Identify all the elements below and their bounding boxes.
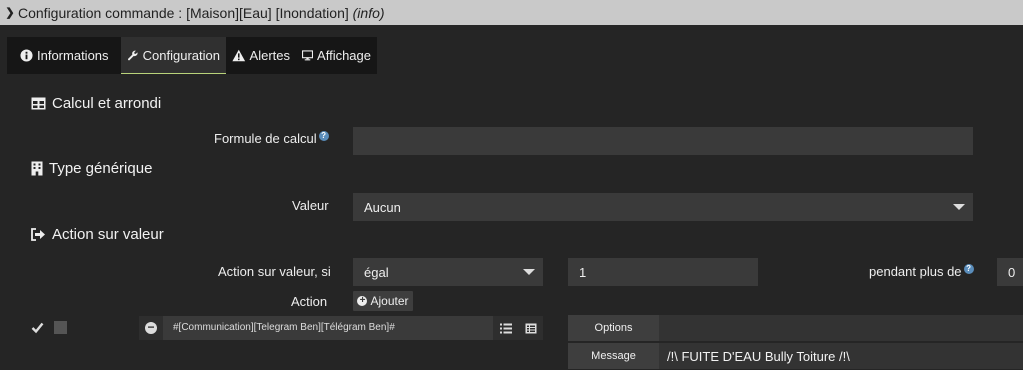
window-title: Configuration commande : [Maison][Eau] [… [18,5,385,21]
title-type: (info) [352,4,385,21]
section-heading: Type générique [49,160,153,177]
operator-select[interactable]: égal [353,258,543,286]
select-value: égal [364,264,389,280]
tab-informations[interactable]: Informations [7,37,121,74]
option-checkbox[interactable] [54,321,67,334]
tab-configuration[interactable]: Configuration [121,37,226,74]
section-action: Action sur valeur [31,226,164,243]
minus-circle-icon: − [145,321,157,334]
building-icon [31,161,43,176]
info-circle-icon [20,49,33,62]
generic-type-select[interactable]: Aucun [353,193,973,221]
add-button-label: Ajouter [370,294,409,308]
list-icon[interactable] [499,323,512,334]
formula-label-text: Formule de calcul [214,131,317,146]
action-label: Action [291,294,328,309]
section-heading: Action sur valeur [52,226,164,243]
tab-label: Affichage [317,48,371,63]
list-alt-icon[interactable] [525,323,537,334]
tab-affichage[interactable]: Affichage [296,37,377,74]
sign-out-icon [31,228,45,241]
title-text: Configuration commande : [Maison][Eau] [… [18,4,353,21]
monitor-icon [302,50,314,61]
tab-label: Configuration [142,47,220,63]
message-label: Message [568,343,659,369]
plus-circle-icon: + [357,296,368,306]
help-icon[interactable]: ? [318,131,329,141]
tab-label: Alertes [249,48,290,63]
tab-bar: Informations Configuration Alertes Affic… [7,37,377,74]
select-value: Aucun [364,199,401,215]
duration-label-text: pendant plus de [869,264,962,279]
enabled-checkbox[interactable] [31,321,44,334]
window-titlebar: ❯ Configuration commande : [Maison][Eau]… [0,0,1023,25]
caret-down-icon [953,204,965,210]
warning-icon [232,49,246,62]
remove-action-button[interactable]: − [139,316,163,340]
duration-input[interactable]: 0 [997,258,1023,286]
table-icon [31,97,46,110]
condition-label: Action sur valeur, si [218,264,331,279]
message-input[interactable]: /!\ FUITE D'EAU Bully Toiture /!\ [659,343,1023,369]
options-label: Options [568,315,659,341]
help-icon[interactable]: ? [963,264,974,274]
section-generic-type: Type générique [31,160,152,177]
add-action-button[interactable]: + Ajouter [353,291,413,311]
command-text: #[Communication][Telegram Ben][Télégram … [173,322,395,333]
command-tools [493,316,543,340]
section-calcul: Calcul et arrondi [31,95,161,112]
caret-down-icon [523,269,535,275]
wrench-icon [127,50,138,60]
compare-value-input[interactable]: 1 [568,258,758,286]
formula-input[interactable] [353,127,973,155]
chevron-right-icon[interactable]: ❯ [2,6,18,19]
tab-label: Informations [37,48,109,63]
duration-label: pendant plus de? [869,264,974,279]
section-heading: Calcul et arrondi [52,95,162,112]
formula-label: Formule de calcul? [214,131,329,146]
generic-value-label: Valeur [292,198,329,213]
tab-alertes[interactable]: Alertes [226,37,296,74]
command-input[interactable]: − #[Communication][Telegram Ben][Télégra… [139,316,543,340]
options-input[interactable] [659,315,1023,341]
